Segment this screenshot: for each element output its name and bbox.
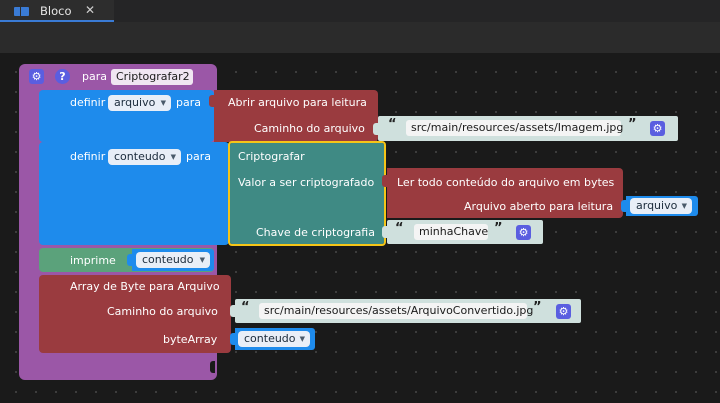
variable-dropdown-arquivo[interactable]: arquivo ▼ [630, 198, 692, 214]
byte-array-title: Array de Byte para Arquivo [70, 280, 220, 293]
connector-notch [382, 175, 387, 187]
tab-title: Bloco [40, 4, 72, 18]
connector-notch [127, 254, 132, 266]
blocks-icon [14, 7, 29, 16]
to-keyword: para [176, 96, 201, 109]
variable-dropdown-conteudo[interactable]: conteudo ▼ [238, 331, 310, 347]
connector-notch [230, 305, 235, 317]
set-keyword: definir [70, 150, 106, 163]
byte-array-label: byteArray [163, 333, 218, 346]
open-quote-icon: “ [388, 117, 397, 132]
close-icon[interactable]: ✕ [85, 3, 95, 17]
open-quote-icon: “ [395, 221, 404, 236]
chevron-down-icon: ▼ [170, 153, 176, 161]
toolbar [0, 22, 720, 53]
variable-dropdown-conteudo[interactable]: conteudo ▼ [108, 149, 181, 165]
connector-notch [382, 226, 387, 238]
output-path-field[interactable]: src/main/resources/assets/ArquivoConvert… [259, 303, 533, 319]
value-label: Valor a ser criptografado [238, 176, 375, 189]
editor-tab-bar: Bloco ✕ [0, 0, 720, 22]
help-icon[interactable]: ? [55, 69, 70, 84]
set-keyword: definir [70, 96, 106, 109]
key-label: Chave de criptografia [256, 226, 375, 239]
variable-name: arquivo [636, 199, 678, 212]
chevron-down-icon: ▼ [681, 202, 687, 210]
path-label: Caminho do arquivo [254, 122, 365, 135]
encrypt-title: Criptografar [238, 150, 305, 163]
path-field[interactable]: src/main/resources/assets/Imagem.jpg [406, 120, 623, 136]
gear-icon[interactable]: ⚙ [556, 304, 571, 319]
connector-notch [209, 95, 214, 107]
connector-notch [621, 200, 626, 212]
close-quote-icon: ” [628, 117, 637, 132]
chevron-down-icon: ▼ [199, 256, 205, 264]
variable-dropdown-arquivo[interactable]: arquivo ▼ [108, 95, 171, 111]
variable-name: arquivo [114, 96, 156, 109]
chevron-down-icon: ▼ [299, 335, 305, 343]
tab-bloco[interactable]: Bloco ✕ [0, 0, 114, 22]
connector-notch [230, 333, 235, 345]
print-keyword: imprime [70, 254, 116, 267]
procedure-keyword: para [82, 70, 107, 83]
chevron-down-icon: ▼ [160, 99, 166, 107]
close-quote-icon: ” [533, 300, 542, 315]
path-label: Caminho do arquivo [107, 305, 218, 318]
key-field[interactable]: minhaChave [414, 224, 488, 240]
open-file-title: Abrir arquivo para leitura [228, 96, 367, 109]
variable-dropdown-conteudo[interactable]: conteudo ▼ [136, 252, 210, 268]
connector-notch [373, 123, 378, 135]
connector-notch [210, 361, 215, 373]
gear-icon[interactable]: ⚙ [516, 225, 531, 240]
variable-name: conteudo [244, 332, 296, 345]
close-quote-icon: ” [494, 221, 503, 236]
open-quote-icon: “ [241, 300, 250, 315]
variable-name: conteudo [142, 253, 194, 266]
procedure-name-field[interactable]: Criptografar2 [111, 69, 193, 85]
read-bytes-title: Ler todo conteúdo do arquivo em bytes [397, 176, 615, 189]
to-keyword: para [186, 150, 211, 163]
variable-name: conteudo [114, 150, 166, 163]
blocks-workspace[interactable]: ⚙ ? para Criptografar2 definir arquivo ▼… [0, 53, 720, 403]
opened-file-label: Arquivo aberto para leitura [464, 200, 614, 213]
gear-icon[interactable]: ⚙ [29, 69, 44, 84]
gear-icon[interactable]: ⚙ [650, 121, 665, 136]
